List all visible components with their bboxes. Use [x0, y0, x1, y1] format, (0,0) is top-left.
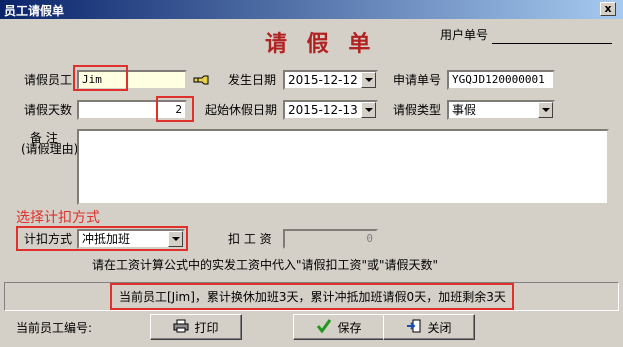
save-button[interactable]: 保存 — [293, 314, 385, 340]
print-button[interactable]: 打印 — [150, 314, 242, 340]
deduct-method-label: 计扣方式 — [24, 232, 73, 246]
title-bar: 员工请假单 x — [0, 0, 623, 19]
checkmark-icon — [316, 318, 332, 336]
days-label: 请假天数 — [24, 103, 73, 117]
deduct-salary-input: 0 — [283, 229, 378, 249]
chevron-down-icon[interactable] — [361, 72, 376, 88]
reason-textarea[interactable] — [77, 129, 609, 205]
chevron-down-icon[interactable] — [168, 231, 183, 247]
window-title: 员工请假单 — [4, 4, 65, 18]
start-date-label: 起始休假日期 — [205, 103, 278, 117]
deduct-method-value: 冲抵加班 — [82, 232, 131, 246]
close-button[interactable]: 关闭 — [383, 314, 475, 340]
order-no-underline — [492, 43, 612, 44]
leave-type-select[interactable]: 事假 — [447, 100, 555, 120]
deduct-salary-label: 扣 工 资 — [228, 232, 272, 246]
employee-label: 请假员工 — [24, 73, 73, 87]
exit-door-icon — [406, 319, 422, 336]
close-icon: x — [604, 2, 612, 15]
start-date-value: 2015-12-13 — [288, 103, 358, 117]
leave-type-value: 事假 — [452, 103, 477, 117]
close-label: 关闭 — [427, 320, 452, 335]
leave-type-label: 请假类型 — [393, 103, 442, 117]
employee-highlight-box — [73, 65, 128, 91]
start-date-picker[interactable]: 2015-12-13 — [283, 100, 378, 120]
occur-date-label: 发生日期 — [228, 73, 277, 87]
printer-icon — [173, 319, 189, 336]
status-text: 当前员工[Jim]，累计换休加班3天，累计冲抵加班请假0天，加班剩余3天 — [119, 290, 506, 304]
chevron-down-icon[interactable] — [538, 102, 553, 118]
form-heading: 请 假 单 — [265, 31, 377, 57]
days-highlight-box — [156, 96, 194, 122]
apply-no-input[interactable]: YGQJD120000001 — [447, 70, 555, 90]
formula-hint: 请在工资计算公式中的实发工资中代入"请假扣工资"或"请假天数" — [92, 258, 439, 272]
deduct-annotation: 选择计扣方式 — [16, 210, 100, 226]
reason-sublabel: (请假理由) — [21, 142, 79, 156]
order-no-label: 用户单号 — [440, 28, 489, 42]
apply-no-label: 申请单号 — [393, 73, 442, 87]
chevron-down-icon[interactable] — [361, 102, 376, 118]
occur-date-value: 2015-12-12 — [288, 73, 358, 87]
save-label: 保存 — [337, 320, 362, 335]
close-window-button[interactable]: x — [600, 2, 616, 16]
occur-date-picker[interactable]: 2015-12-12 — [283, 70, 378, 90]
user-pointer-icon[interactable] — [193, 73, 209, 87]
current-employee-no-label: 当前员工编号: — [16, 321, 93, 335]
deduct-method-select[interactable]: 冲抵加班 — [77, 229, 185, 249]
print-label: 打印 — [194, 320, 219, 335]
